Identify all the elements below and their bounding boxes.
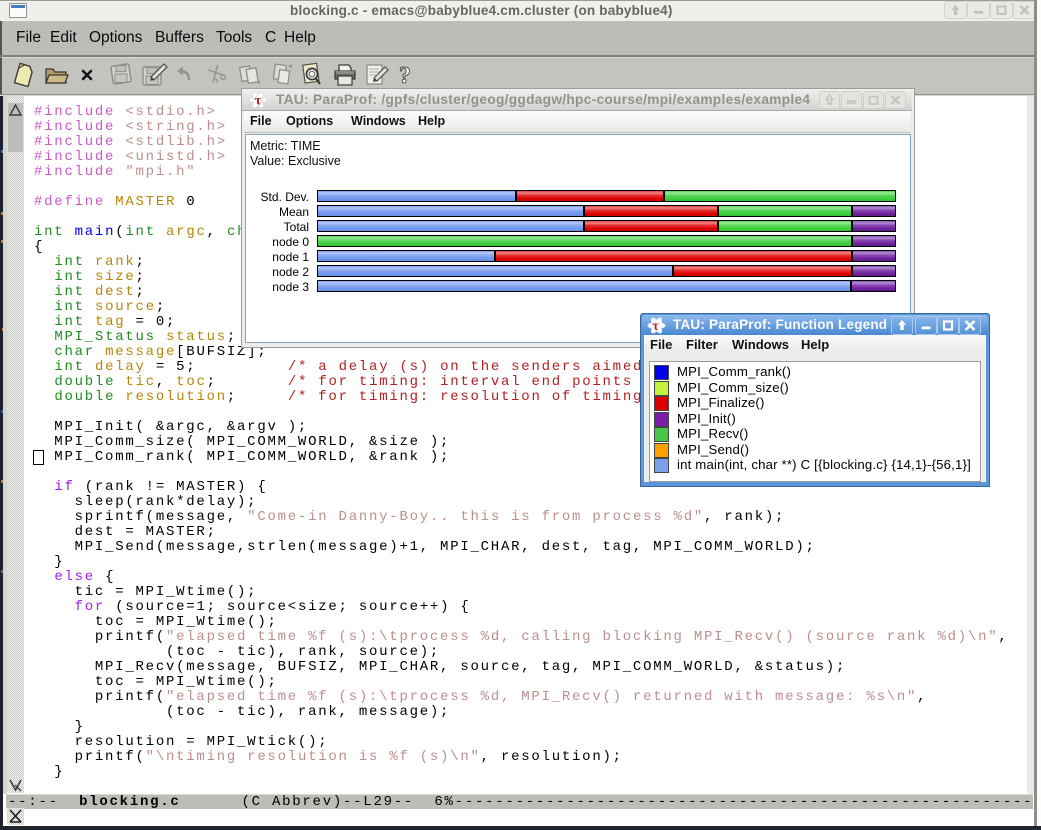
svg-text:τ: τ [255,94,262,109]
svg-text:?: ? [399,63,411,89]
svg-text:τ: τ [653,318,660,333]
